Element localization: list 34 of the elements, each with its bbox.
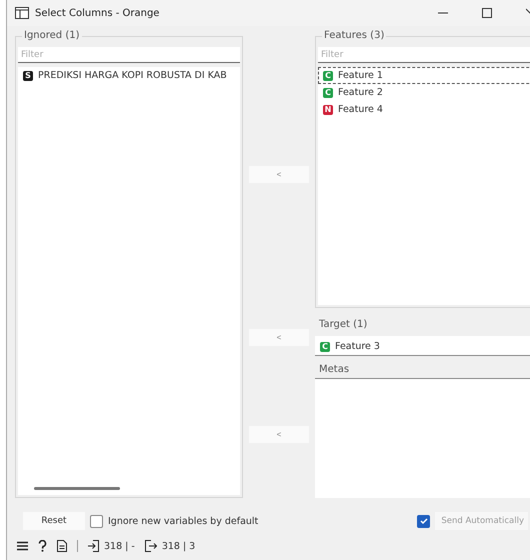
menu-icon[interactable] xyxy=(17,541,28,551)
checkbox-label[interactable]: Ignore new variables by default xyxy=(108,516,258,526)
input-count: 318 | - xyxy=(104,540,135,552)
list-item[interactable]: C Feature 3 xyxy=(315,338,530,355)
list-item[interactable]: S PREDIKSI HARGA KOPI ROBUSTA DI KAB xyxy=(18,67,240,84)
group-title: Features (3) xyxy=(322,30,386,41)
type-badge: C xyxy=(323,70,333,80)
checkbox[interactable] xyxy=(417,514,430,528)
move-button[interactable]: < xyxy=(249,329,309,346)
type-badge: S xyxy=(23,70,33,80)
filter-field[interactable]: Filter xyxy=(18,47,240,63)
checkbox[interactable] xyxy=(90,514,103,528)
help-icon[interactable] xyxy=(38,540,47,552)
type-badge: N xyxy=(323,104,333,114)
output-icon xyxy=(144,540,157,552)
maximize-icon[interactable] xyxy=(482,8,492,18)
output-count: 318 | 3 xyxy=(162,540,196,552)
input-icon xyxy=(88,540,99,552)
app-icon xyxy=(15,7,29,19)
group-title: Ignored (1) xyxy=(22,30,82,41)
move-button[interactable]: < xyxy=(249,426,309,443)
reset-button[interactable]: Reset xyxy=(23,512,85,530)
type-badge: C xyxy=(323,88,333,98)
check-icon xyxy=(418,516,429,526)
scrollbar[interactable] xyxy=(34,487,120,490)
type-badge: C xyxy=(320,342,330,352)
filter-field[interactable]: Filter xyxy=(318,47,530,63)
document-icon[interactable] xyxy=(57,540,67,552)
list-item[interactable]: C Feature 1 xyxy=(318,67,530,84)
move-button[interactable]: < xyxy=(249,166,309,183)
window-title: Select Columns - Orange xyxy=(35,8,160,18)
group-title: Target (1) xyxy=(318,319,368,332)
list-item[interactable]: N Feature 4 xyxy=(318,101,530,118)
list-item[interactable]: C Feature 2 xyxy=(318,84,530,101)
